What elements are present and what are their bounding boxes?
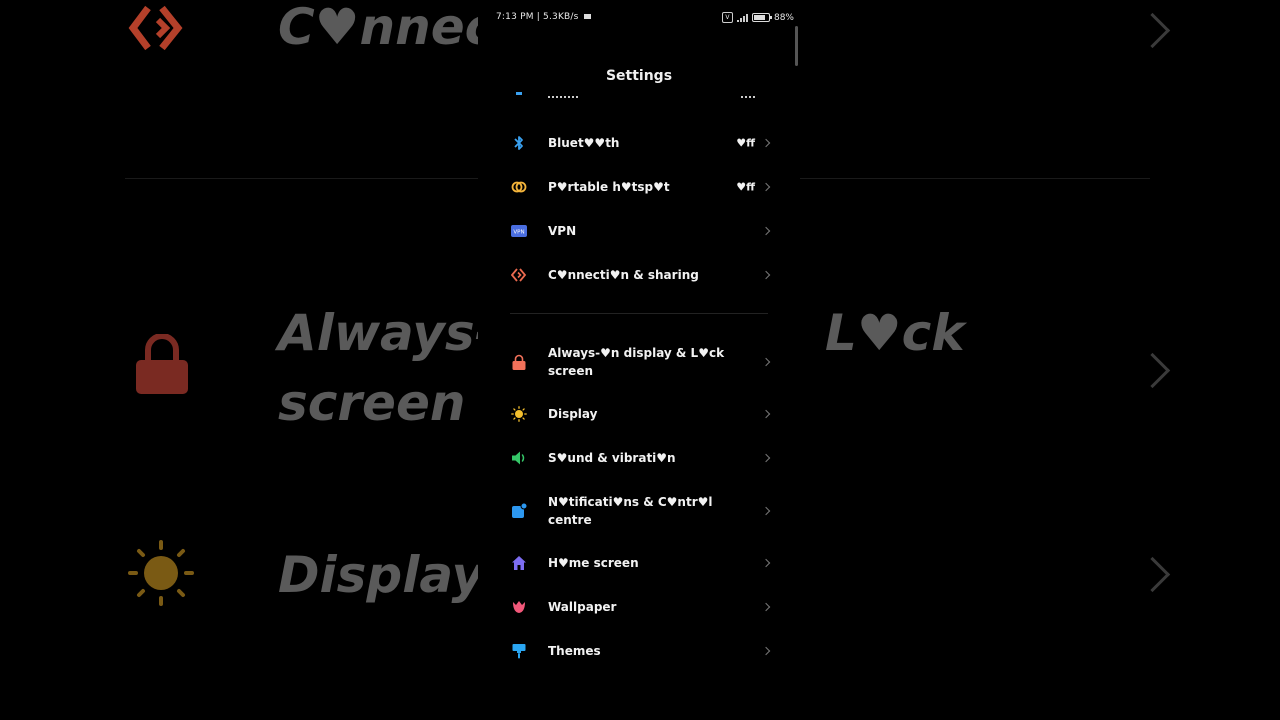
battery-icon <box>751 13 772 22</box>
sun-icon <box>511 406 527 422</box>
connection-sharing-icon <box>128 5 183 51</box>
chevron-right-icon <box>761 138 771 148</box>
status-bar: 7:13 PM | 5.3KB/s V 88% <box>478 10 800 66</box>
settings-item-sound-vibration[interactable]: S♥und & vibrati♥n <box>478 436 800 480</box>
bg-lock-text: L♥ck <box>825 304 965 362</box>
sim-icon: V <box>721 12 733 23</box>
bg-chevron <box>1134 352 1171 389</box>
chevron-right-icon <box>761 182 771 192</box>
battery-level: 88% <box>773 12 794 23</box>
bg-display-text: Display <box>278 546 485 604</box>
chevron-right-icon <box>761 453 771 463</box>
signal-icon <box>736 13 748 22</box>
chevron-right-icon <box>761 506 771 516</box>
settings-item-label: Always-♥n display & L♥ck screen <box>548 346 725 378</box>
notifications-icon <box>511 503 527 519</box>
chevron-right-icon <box>761 558 771 568</box>
tulip-icon <box>511 599 527 615</box>
status-speed: 5.3KB/s <box>543 12 579 22</box>
settings-item-connection-sharing[interactable]: C♥nnecti♥n & sharing <box>478 253 800 297</box>
settings-item-label: C♥nnecti♥n & sharing <box>548 268 699 282</box>
bg-chevron <box>1134 12 1171 49</box>
status-time: 7:13 PM <box>496 12 534 22</box>
bg-always-on-line2: screen <box>278 374 466 432</box>
settings-item-label: Bluet♥♥th <box>548 136 620 150</box>
hotspot-icon <box>511 179 527 195</box>
paintbrush-icon <box>511 643 527 659</box>
bg-chevron <box>1134 556 1171 593</box>
settings-item-label: Themes <box>548 644 601 658</box>
sun-icon <box>128 540 194 606</box>
settings-item-label: P♥rtable h♥tsp♥t <box>548 180 670 194</box>
settings-item-label: Wallpaper <box>548 600 617 614</box>
settings-item-value: ♥ff <box>736 180 755 194</box>
settings-item-bluetooth[interactable]: Bluet♥♥th ♥ff <box>478 121 800 165</box>
phone-screen: 7:13 PM | 5.3KB/s V 88% Settings Bluet♥♥… <box>478 0 800 720</box>
chevron-right-icon <box>761 409 771 419</box>
chevron-right-icon <box>761 226 771 236</box>
settings-item-portable-hotspot[interactable]: P♥rtable h♥tsp♥t ♥ff <box>478 165 800 209</box>
connection-sharing-icon <box>511 267 527 283</box>
settings-item-wallpaper[interactable]: Wallpaper <box>478 585 800 629</box>
settings-item-label: H♥me screen <box>548 556 639 570</box>
vpn-icon: VPN <box>511 223 527 239</box>
video-icon <box>583 14 591 19</box>
chevron-right-icon <box>761 602 771 612</box>
section-divider <box>510 313 768 314</box>
wifi-value-fragment <box>741 92 755 98</box>
settings-item-label: Display <box>548 407 598 421</box>
settings-item-label: N♥tificati♥ns & C♥ntr♥l centre <box>548 495 713 527</box>
svg-text:VPN: VPN <box>513 230 524 236</box>
page-title: Settings <box>605 68 673 84</box>
settings-item-themes[interactable]: Themes <box>478 629 800 673</box>
wifi-icon <box>516 92 522 95</box>
settings-item-display[interactable]: Display <box>478 392 800 436</box>
wifi-row-partial[interactable] <box>478 92 800 104</box>
chevron-right-icon <box>761 357 771 367</box>
settings-item-value: ♥ff <box>736 136 755 150</box>
lock-icon <box>511 354 527 370</box>
bg-always-on-line1: Always- <box>278 304 496 362</box>
bluetooth-icon <box>511 135 527 151</box>
settings-item-label: S♥und & vibrati♥n <box>548 451 676 465</box>
wifi-label-fragment <box>548 92 578 98</box>
settings-item-vpn[interactable]: VPN VPN <box>478 209 800 253</box>
speaker-icon <box>511 450 527 466</box>
lock-icon <box>136 334 188 394</box>
settings-item-home-screen[interactable]: H♥me screen <box>478 541 800 585</box>
scroll-indicator <box>795 26 798 66</box>
settings-item-label: VPN <box>548 224 577 238</box>
settings-item-notifications-control-centre[interactable]: N♥tificati♥ns & C♥ntr♥l centre <box>478 488 800 534</box>
settings-item-always-on-lock-screen[interactable]: Always-♥n display & L♥ck screen <box>478 339 800 385</box>
chevron-right-icon <box>761 646 771 656</box>
home-icon <box>511 555 527 571</box>
chevron-right-icon <box>761 270 771 280</box>
